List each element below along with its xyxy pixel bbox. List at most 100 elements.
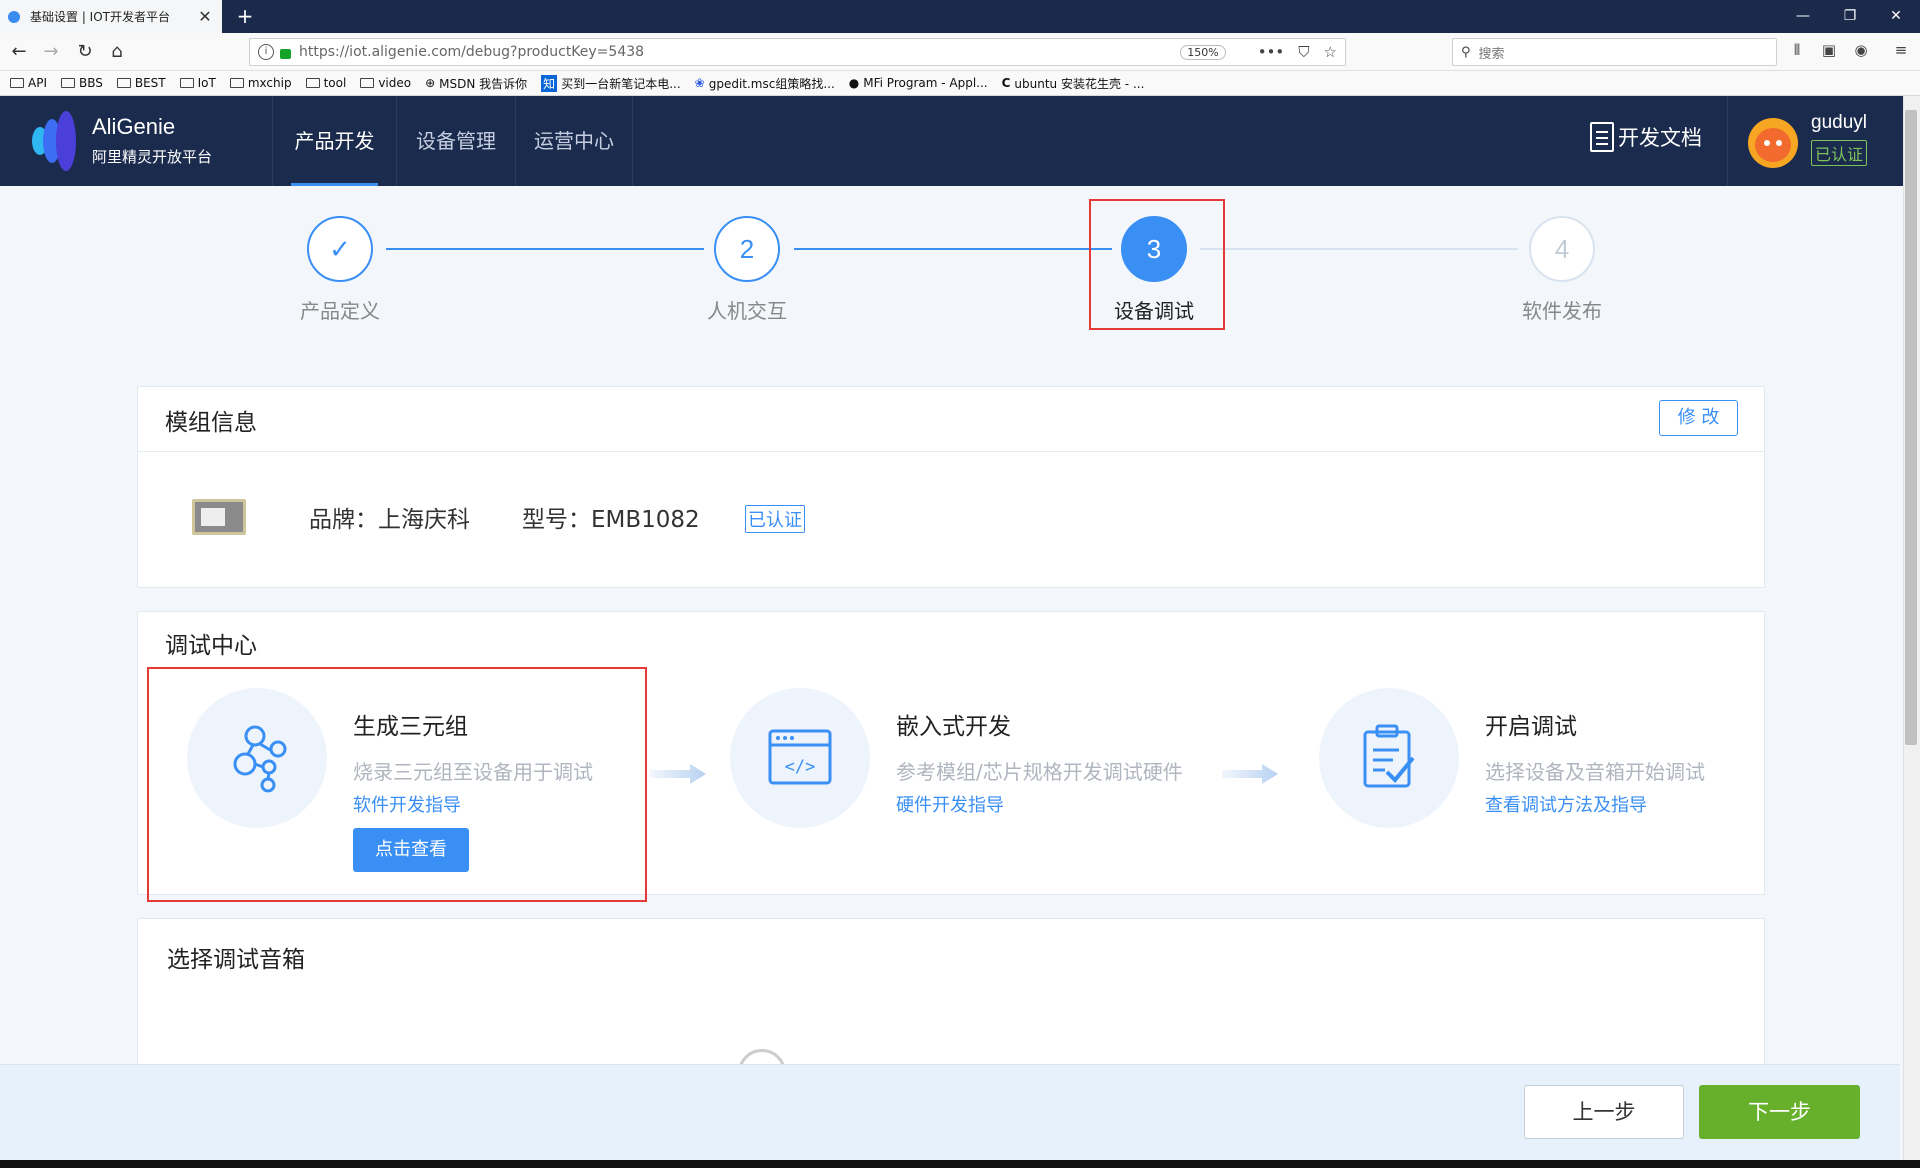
- address-bar[interactable]: i https://iot.aligenie.com/debug?product…: [249, 38, 1346, 66]
- browser-tab[interactable]: 基础设置 | IOT开发者平台 ✕: [0, 0, 222, 33]
- document-icon: [1590, 122, 1614, 152]
- module-chip-image: [192, 499, 246, 535]
- url-text[interactable]: https://iot.aligenie.com/debug?productKe…: [299, 44, 1180, 60]
- debug-item-3-desc: 选择设备及音箱开始调试: [1485, 760, 1705, 784]
- aligenie-logo-icon[interactable]: [28, 110, 82, 172]
- dev-doc-label: 开发文档: [1618, 126, 1702, 150]
- edit-button[interactable]: 修 改: [1659, 400, 1738, 436]
- apple-icon: ●: [848, 76, 860, 90]
- step-4-label: 软件发布: [1522, 299, 1602, 323]
- step-connector: [1200, 248, 1518, 250]
- window-close-button[interactable]: ✕: [1873, 0, 1919, 33]
- forward-button[interactable]: →: [38, 39, 64, 65]
- start-debug-icon-bg: [1319, 688, 1459, 828]
- tab-product-dev[interactable]: 产品开发: [272, 96, 396, 186]
- prev-step-button[interactable]: 上一步: [1524, 1085, 1684, 1139]
- module-verified-badge: 已认证: [745, 505, 805, 533]
- avatar-eye: [1764, 140, 1770, 146]
- hardware-guide-link[interactable]: 硬件开发指导: [896, 791, 1004, 817]
- module-info-title: 模组信息: [165, 410, 257, 436]
- card-divider: [138, 451, 1764, 452]
- zoom-indicator[interactable]: 150%: [1180, 44, 1226, 60]
- debug-item-2-title: 嵌入式开发: [896, 714, 1011, 740]
- bookmark-item[interactable]: ⊕ MSDN 我告诉你: [425, 75, 527, 92]
- bookmark-item[interactable]: ❀ gpedit.msc组策略找...: [695, 75, 835, 92]
- debug-center-title: 调试中心: [165, 633, 257, 659]
- code-window-icon: </>: [768, 729, 832, 785]
- avatar[interactable]: [1748, 118, 1798, 168]
- avatar-eye: [1776, 140, 1782, 146]
- step-2-label: 人机交互: [707, 299, 787, 323]
- back-button[interactable]: ←: [6, 39, 32, 65]
- step-highlight-box: [1089, 199, 1225, 330]
- new-tab-button[interactable]: +: [232, 3, 258, 29]
- dev-doc-link[interactable]: 开发文档: [1590, 122, 1702, 152]
- bookmarks-bar: API BBS BEST IoT mxchip tool video ⊕ MSDN…: [0, 71, 1920, 96]
- tab-operations[interactable]: 运营中心: [515, 96, 633, 186]
- bookmark-star-icon[interactable]: ☆: [1324, 43, 1337, 61]
- bookmark-item[interactable]: 知买到一台新笔记本电...: [541, 74, 681, 92]
- next-step-button[interactable]: 下一步: [1699, 1085, 1860, 1139]
- bookmark-item[interactable]: API: [10, 76, 47, 90]
- folder-icon: [10, 78, 24, 88]
- tab-title: 基础设置 | IOT开发者平台: [30, 10, 170, 24]
- step-connector: [386, 248, 704, 250]
- browser-tab-bar: 基础设置 | IOT开发者平台 ✕ + — ❐ ✕: [0, 0, 1920, 33]
- step-2-circle: 2: [714, 216, 780, 282]
- step-1-label: 产品定义: [300, 299, 380, 323]
- bookmark-item[interactable]: Cubuntu 安装花生壳 - ...: [1002, 75, 1145, 92]
- bookmark-item[interactable]: BEST: [116, 76, 166, 90]
- folder-icon: [360, 78, 375, 88]
- zhihu-icon: 知: [541, 74, 558, 92]
- brand-title: AliGenie: [92, 114, 176, 139]
- minimize-button[interactable]: —: [1780, 0, 1826, 33]
- reload-button[interactable]: ↻: [72, 39, 98, 65]
- folder-icon: [116, 78, 131, 88]
- step-connector: [794, 248, 1112, 250]
- speaker-select-title: 选择调试音箱: [167, 947, 305, 973]
- csdn-icon: C: [1001, 76, 1011, 90]
- embedded-icon-bg: </>: [730, 688, 870, 828]
- bookmark-item[interactable]: ● MFi Program - Appl...: [849, 76, 988, 90]
- bookmark-item[interactable]: mxchip: [229, 76, 292, 90]
- username[interactable]: guduyl: [1811, 112, 1867, 134]
- browser-nav-bar: ← → ↻ ⌂ i https://iot.aligenie.com/debug…: [0, 33, 1920, 71]
- library-icon[interactable]: ⫴: [1786, 41, 1808, 59]
- home-icon[interactable]: ⌂: [104, 39, 130, 65]
- brand-subtitle: 阿里精灵开放平台: [92, 148, 213, 166]
- bookmark-item[interactable]: tool: [305, 76, 346, 90]
- scrollbar-thumb[interactable]: [1905, 110, 1917, 745]
- module-brand: 品牌：上海庆科: [309, 507, 470, 533]
- pocket-icon[interactable]: ⛉: [1298, 43, 1309, 61]
- debug-guide-link[interactable]: 查看调试方法及指导: [1485, 791, 1647, 817]
- verified-badge: 已认证: [1811, 140, 1868, 166]
- folder-icon: [60, 78, 75, 88]
- bookmark-item[interactable]: BBS: [60, 76, 103, 90]
- restore-button[interactable]: ❐: [1827, 0, 1873, 33]
- os-taskbar: [0, 1160, 1920, 1168]
- folder-icon: [305, 78, 320, 88]
- debug-item-3-title: 开启调试: [1485, 714, 1577, 740]
- bookmark-item[interactable]: IoT: [179, 76, 216, 90]
- more-actions-icon[interactable]: •••: [1258, 43, 1285, 61]
- tab-close-icon[interactable]: ✕: [196, 7, 214, 26]
- app-header: AliGenie 阿里精灵开放平台 产品开发 设备管理 运营中心 开发文档 gu…: [0, 96, 1920, 186]
- search-placeholder: 搜索: [1478, 46, 1505, 62]
- baidu-icon: ❀: [694, 76, 705, 90]
- folder-icon: [179, 78, 194, 88]
- account-icon[interactable]: ◉: [1850, 41, 1872, 59]
- search-icon: ⚲: [1461, 44, 1471, 60]
- step-1-circle: ✓: [307, 216, 373, 282]
- sidebar-icon[interactable]: ▣: [1818, 41, 1840, 59]
- info-icon[interactable]: i: [258, 44, 274, 60]
- lock-icon: [280, 49, 291, 59]
- flow-arrow-icon: [1222, 764, 1278, 784]
- menu-icon[interactable]: ≡: [1890, 41, 1912, 59]
- globe-icon: ⊕: [425, 76, 436, 90]
- module-info-card: [137, 386, 1765, 588]
- tab-device-mgmt[interactable]: 设备管理: [396, 96, 515, 186]
- search-input[interactable]: ⚲ 搜索: [1452, 38, 1777, 66]
- flow-arrow-icon: [650, 764, 706, 784]
- bookmark-item[interactable]: video: [360, 76, 411, 90]
- debug-item-highlight-box: [147, 667, 647, 902]
